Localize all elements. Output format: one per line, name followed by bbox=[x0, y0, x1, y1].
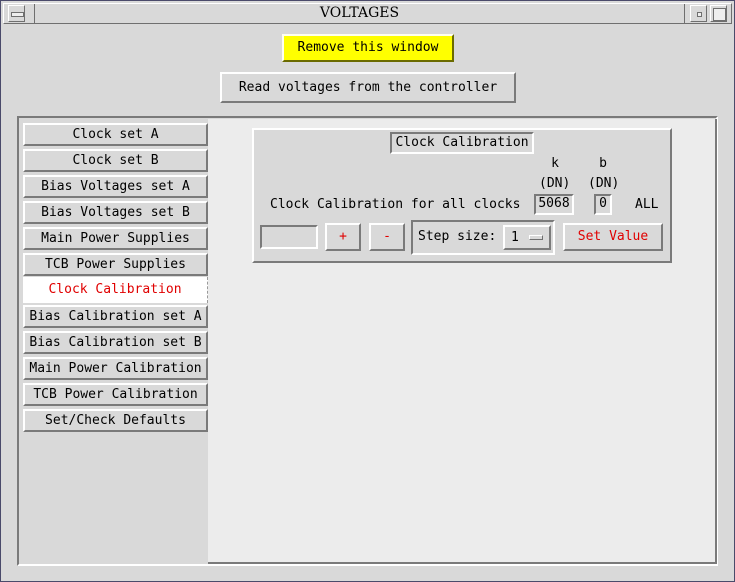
b-value-field[interactable]: 0 bbox=[594, 194, 612, 215]
tab-main-power-calibration[interactable]: Main Power Calibration bbox=[23, 357, 208, 380]
remove-window-button[interactable]: Remove this window bbox=[282, 34, 454, 62]
step-size-menu[interactable]: 1 bbox=[503, 225, 551, 250]
tab-set-check-defaults[interactable]: Set/Check Defaults bbox=[23, 409, 208, 432]
calibration-title: Clock Calibration bbox=[390, 132, 534, 154]
minimize-icon[interactable] bbox=[690, 5, 707, 22]
tab-bias-calibration-set-b[interactable]: Bias Calibration set B bbox=[23, 331, 208, 354]
decrement-button[interactable]: - bbox=[369, 223, 405, 251]
tab-clock-calibration[interactable]: Clock Calibration bbox=[23, 277, 208, 303]
dropdown-indicator-icon bbox=[529, 235, 543, 240]
tab-bias-voltages-set-b[interactable]: Bias Voltages set B bbox=[23, 201, 208, 224]
k-value-field[interactable]: 5068 bbox=[534, 194, 574, 215]
tab-tcb-power-supplies[interactable]: TCB Power Supplies bbox=[23, 253, 208, 276]
tab-clock-set-a[interactable]: Clock set A bbox=[23, 123, 208, 146]
b-unit: (DN) bbox=[588, 176, 620, 191]
b-header: b bbox=[599, 156, 607, 171]
clock-calibration-row-label: Clock Calibration for all clocks bbox=[270, 197, 521, 212]
window-menu-icon[interactable] bbox=[8, 5, 25, 22]
k-unit: (DN) bbox=[539, 176, 571, 191]
increment-button[interactable]: + bbox=[325, 223, 361, 251]
tab-clock-set-b[interactable]: Clock set B bbox=[23, 149, 208, 172]
tab-main-power-supplies[interactable]: Main Power Supplies bbox=[23, 227, 208, 250]
tab-bias-voltages-set-a[interactable]: Bias Voltages set A bbox=[23, 175, 208, 198]
step-size-label: Step size: bbox=[418, 229, 497, 244]
k-header: k bbox=[551, 156, 559, 171]
tab-tcb-power-calibration[interactable]: TCB Power Calibration bbox=[23, 383, 208, 406]
all-label: ALL bbox=[635, 197, 659, 212]
title-bar[interactable]: VOLTAGES bbox=[3, 3, 732, 24]
step-size-value: 1 bbox=[511, 230, 519, 245]
window-title: VOLTAGES bbox=[34, 4, 685, 23]
read-voltages-button[interactable]: Read voltages from the controller bbox=[220, 72, 516, 103]
value-entry-field[interactable] bbox=[260, 225, 318, 249]
voltages-window: VOLTAGES Remove this window Read voltage… bbox=[0, 0, 735, 582]
maximize-icon[interactable] bbox=[710, 5, 727, 22]
set-value-button[interactable]: Set Value bbox=[563, 223, 663, 251]
tab-bias-calibration-set-a[interactable]: Bias Calibration set A bbox=[23, 305, 208, 328]
